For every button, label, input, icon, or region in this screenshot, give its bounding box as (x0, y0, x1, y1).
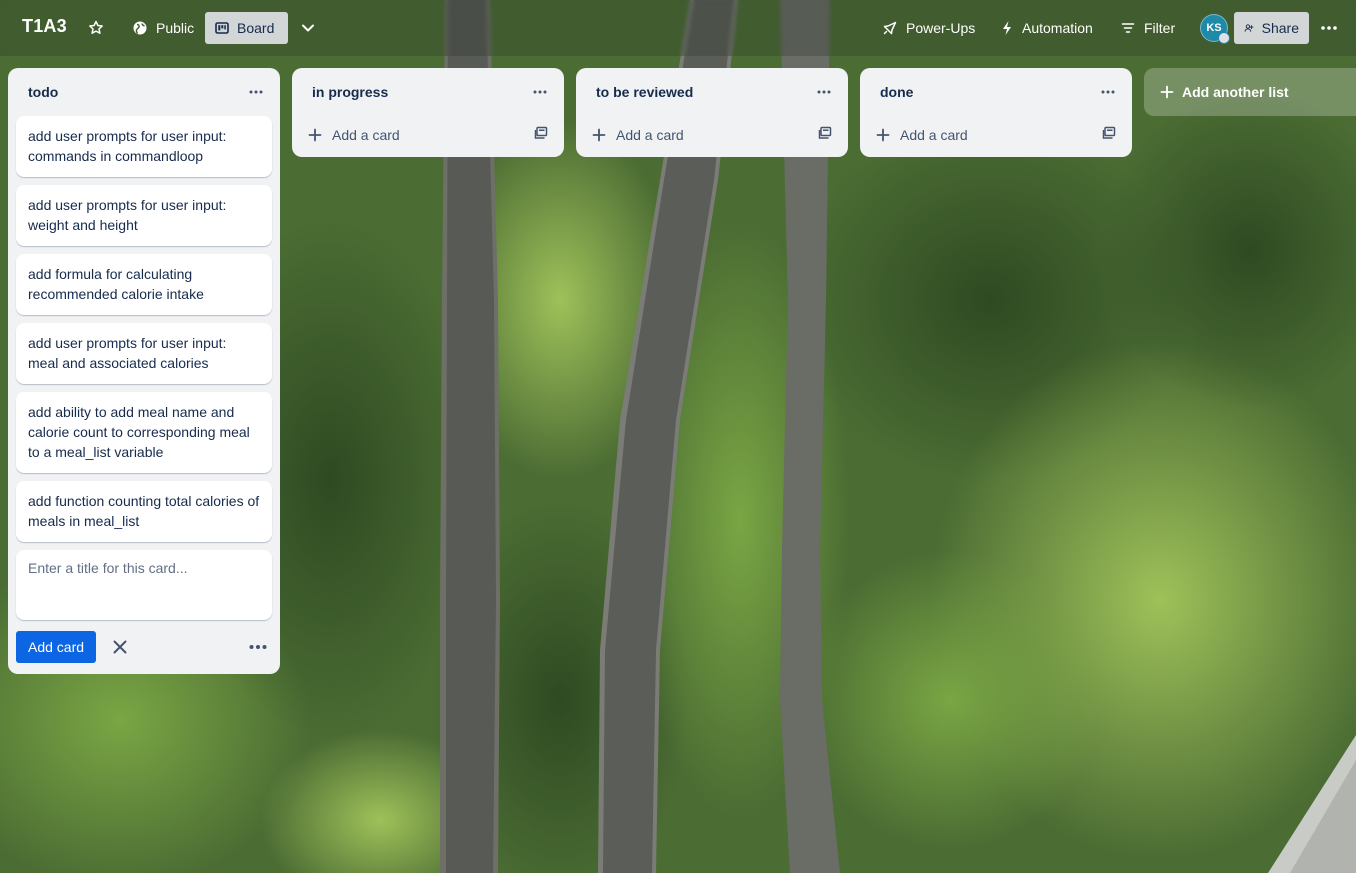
board-view-button[interactable]: Board (205, 12, 288, 44)
share-label: Share (1261, 20, 1299, 36)
filter-button[interactable]: Filter (1110, 12, 1185, 44)
list-header[interactable]: todo (8, 68, 280, 116)
share-button[interactable]: Share (1234, 12, 1309, 44)
plus-icon (592, 128, 606, 141)
create-from-template-button[interactable] (534, 126, 548, 143)
card[interactable]: add user prompts for user input: weight … (16, 185, 272, 246)
add-user-icon (1244, 24, 1254, 32)
avatar-initials: KS (1206, 22, 1222, 34)
add-card-button[interactable]: Add a card (876, 127, 968, 143)
card[interactable]: add user prompts for user input: meal an… (16, 323, 272, 384)
visibility-button[interactable]: Public (122, 12, 204, 44)
list-menu-button[interactable] (528, 80, 552, 104)
list-todo: todo add user prompts for user input: co… (8, 68, 280, 674)
powerups-button[interactable]: Power-Ups (872, 12, 985, 44)
template-icon (534, 126, 548, 139)
more-icon (1321, 26, 1337, 30)
list-title[interactable]: done (880, 84, 913, 100)
list-menu-button[interactable] (244, 80, 268, 104)
list-header[interactable]: done (860, 68, 1132, 116)
create-from-template-button[interactable] (1102, 126, 1116, 143)
list-title[interactable]: in progress (312, 84, 388, 100)
plus-icon (308, 128, 322, 141)
composer-controls: Add card (8, 628, 280, 674)
member-avatar[interactable]: KS (1200, 14, 1230, 44)
automation-label: Automation (1022, 20, 1093, 36)
more-icon (249, 90, 263, 94)
add-card-label: Add a card (616, 126, 684, 143)
card-composer (16, 550, 272, 620)
more-icon (533, 90, 547, 94)
plus-icon (876, 128, 890, 141)
close-icon (113, 640, 127, 654)
board-title[interactable]: T1A3 (22, 16, 67, 37)
more-icon (249, 645, 267, 649)
board-header: T1A3 Public Board Power-Ups Automation F… (0, 0, 1356, 56)
list-title[interactable]: to be reviewed (596, 84, 693, 100)
card[interactable]: add ability to add meal name and calorie… (16, 392, 272, 473)
add-card-row: Add a card (292, 112, 564, 157)
board-menu-button[interactable] (1316, 12, 1342, 44)
board-view-label: Board (237, 20, 275, 36)
more-icon (1101, 90, 1115, 94)
star-button[interactable] (84, 12, 108, 44)
visibility-label: Public (156, 20, 195, 36)
composer-options-button[interactable] (246, 635, 270, 659)
add-card-button[interactable]: Add a card (308, 127, 400, 143)
star-icon (89, 20, 103, 34)
view-switcher-button[interactable] (296, 12, 320, 44)
add-card-row: Add a card (860, 112, 1132, 157)
add-list-label: Add another list (1182, 84, 1289, 100)
board-icon (215, 22, 229, 34)
add-card-label: Add a card (332, 126, 400, 143)
rocket-icon (883, 21, 897, 35)
filter-icon (1121, 23, 1135, 33)
add-card-label: Add a card (900, 126, 968, 143)
chevron-down-icon (302, 24, 314, 32)
list-menu-button[interactable] (812, 80, 836, 104)
list-header[interactable]: in progress (292, 68, 564, 116)
template-icon (818, 126, 832, 139)
card[interactable]: add function counting total calories of … (16, 481, 272, 542)
list-in-progress: in progress Add a card (292, 68, 564, 157)
more-icon (817, 90, 831, 94)
powerups-label: Power-Ups (906, 20, 976, 36)
add-card-button[interactable]: Add a card (592, 127, 684, 143)
list-done: done Add a card (860, 68, 1132, 157)
admin-badge-icon (1218, 32, 1230, 44)
list-header[interactable]: to be reviewed (576, 68, 848, 116)
card-title-input[interactable] (28, 560, 260, 610)
list-menu-button[interactable] (1096, 80, 1120, 104)
bolt-icon (1003, 21, 1011, 35)
card[interactable]: add user prompts for user input: command… (16, 116, 272, 177)
list-to-be-reviewed: to be reviewed Add a card (576, 68, 848, 157)
close-composer-button[interactable] (108, 635, 132, 659)
add-card-row: Add a card (576, 112, 848, 157)
template-icon (1102, 126, 1116, 139)
add-card-submit-button[interactable]: Add card (16, 631, 97, 663)
globe-icon (133, 21, 147, 35)
automation-button[interactable]: Automation (990, 12, 1103, 44)
list-title[interactable]: todo (28, 84, 58, 100)
create-from-template-button[interactable] (818, 126, 832, 143)
plus-icon (1160, 85, 1174, 99)
filter-label: Filter (1144, 20, 1176, 36)
add-list-button[interactable]: Add another list (1144, 68, 1356, 116)
card[interactable]: add formula for calculating recommended … (16, 254, 272, 315)
